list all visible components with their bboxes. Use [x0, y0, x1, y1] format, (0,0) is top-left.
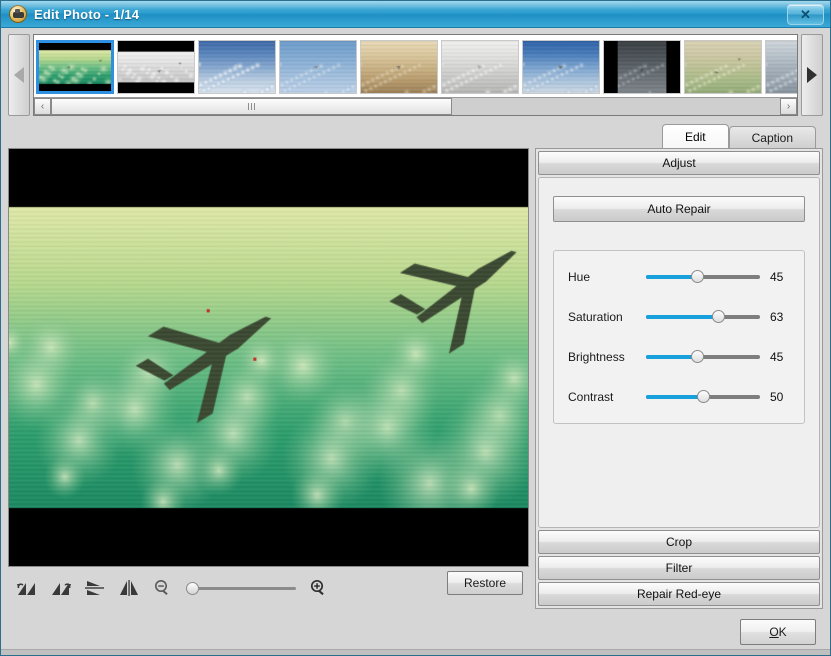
tab-bar: Edit Caption: [1, 124, 816, 148]
accordion-sections: Crop Filter Repair Red-eye: [538, 528, 820, 606]
rotate-right-button[interactable]: [44, 573, 78, 603]
flip-horizontal-button[interactable]: [112, 573, 146, 603]
left-pane: Restore: [8, 148, 529, 609]
scroll-right-button[interactable]: ›: [780, 98, 797, 115]
thumbnail-list: [34, 35, 797, 97]
flip-vertical-button[interactable]: [78, 573, 112, 603]
slider-label: Brightness: [568, 350, 625, 364]
next-photo-button[interactable]: [801, 34, 823, 116]
close-icon[interactable]: ✕: [787, 4, 824, 25]
zoom-slider-track: [192, 587, 296, 590]
restore-button[interactable]: Restore: [447, 571, 523, 595]
tab-caption[interactable]: Caption: [728, 126, 816, 148]
slider-handle[interactable]: [697, 390, 710, 403]
thumb-7-jet-mountains[interactable]: [522, 40, 600, 94]
photo-app-icon: [9, 5, 27, 23]
slider-handle[interactable]: [691, 270, 705, 283]
slider-fill: [646, 355, 698, 359]
slider-value: 45: [770, 350, 784, 364]
flip-horizontal-icon: [120, 580, 138, 596]
thumb-1-jet-green[interactable]: [36, 40, 114, 94]
grip-line: [250, 103, 252, 110]
accordion-header-adjust[interactable]: Adjust: [538, 151, 820, 175]
prev-photo-button[interactable]: [8, 34, 30, 116]
accordion-header-crop[interactable]: Crop: [538, 530, 820, 554]
chevron-right-icon: [807, 67, 817, 83]
slider-fill: [646, 395, 703, 399]
slider-fill: [646, 315, 718, 319]
accordion-header-repair-red-eye[interactable]: Repair Red-eye: [538, 582, 820, 606]
zoom-in-button[interactable]: [302, 573, 336, 603]
slider-row-contrast: Contrast 50: [568, 387, 794, 407]
scrollbar-thumb[interactable]: [51, 98, 452, 115]
thumb-8-jet-dark[interactable]: [603, 40, 681, 94]
status-bar: [1, 649, 830, 655]
scrollbar-track[interactable]: [51, 98, 780, 115]
edit-photo-window: Edit Photo - 1/14 ✕ ‹ › Edit Caption Res…: [0, 0, 831, 656]
ok-button[interactable]: OK: [740, 619, 816, 645]
slider-value: 45: [770, 270, 784, 284]
slider-label: Contrast: [568, 390, 614, 404]
auto-repair-button[interactable]: Auto Repair: [553, 196, 805, 222]
scroll-left-button[interactable]: ‹: [34, 98, 51, 115]
thumbnail-scrollbar[interactable]: ‹ ›: [34, 97, 797, 115]
thumb-2-jets-bw[interactable]: [117, 40, 195, 94]
slider-fill: [646, 275, 698, 279]
slider-label: Saturation: [568, 310, 623, 324]
zoom-slider[interactable]: [186, 578, 296, 598]
thumb-10-jet-red[interactable]: [765, 40, 797, 94]
thumb-5-jet-desert[interactable]: [360, 40, 438, 94]
zoom-out-button[interactable]: [146, 573, 180, 603]
window-title: Edit Photo - 1/14: [34, 6, 140, 22]
zoom-in-icon: [310, 579, 324, 596]
slider-value: 50: [770, 390, 784, 404]
slider-track-hue[interactable]: [646, 270, 760, 284]
edit-panel: Adjust Auto Repair Hue 45 Saturation 63 Brig…: [535, 148, 823, 609]
slider-row-hue: Hue 45: [568, 267, 794, 287]
adjust-sliders: Hue 45 Saturation 63 Brightness 45 Contrast 50: [553, 250, 805, 424]
grip-line: [247, 103, 249, 110]
chevron-left-icon: [14, 67, 24, 83]
slider-track-contrast[interactable]: [646, 390, 760, 404]
slider-row-saturation: Saturation 63: [568, 307, 794, 327]
zoom-out-icon: [155, 580, 168, 596]
title-bar: Edit Photo - 1/14 ✕: [1, 1, 830, 28]
rotate-left-icon: [17, 583, 35, 595]
accordion-header-filter[interactable]: Filter: [538, 556, 820, 580]
slider-handle[interactable]: [711, 310, 725, 323]
adjust-panel-body: Auto Repair Hue 45 Saturation 63 Brightness 4…: [538, 177, 820, 528]
photo-preview[interactable]: [8, 148, 529, 567]
slider-label: Hue: [568, 270, 591, 284]
thumbnail-list-container: ‹ ›: [33, 34, 798, 116]
slider-row-brightness: Brightness 45: [568, 347, 794, 367]
rotate-left-button[interactable]: [10, 573, 44, 603]
grip-line: [253, 103, 255, 110]
tab-edit[interactable]: Edit: [661, 124, 729, 148]
thumb-4-fighter-blue[interactable]: [279, 40, 357, 94]
zoom-slider-handle[interactable]: [186, 582, 199, 595]
slider-handle[interactable]: [691, 350, 705, 363]
flip-vertical-icon: [85, 581, 104, 595]
thumb-3-airliner[interactable]: [198, 40, 276, 94]
footer-bar: OK: [1, 609, 830, 655]
slider-track-brightness[interactable]: [646, 350, 760, 364]
window-body: ‹ › Edit Caption Restore Adjust Auto Rep…: [1, 28, 830, 655]
slider-track-saturation[interactable]: [646, 310, 760, 324]
image-tools-toolbar: Restore: [8, 567, 529, 609]
rotate-right-icon: [52, 583, 71, 595]
thumbnail-strip: ‹ ›: [8, 34, 823, 116]
main-area: Restore Adjust Auto Repair Hue 45 Saturati…: [8, 148, 823, 609]
thumb-9-prop-plane[interactable]: [684, 40, 762, 94]
thumb-6-bomber-grey[interactable]: [441, 40, 519, 94]
slider-value: 63: [770, 310, 784, 324]
